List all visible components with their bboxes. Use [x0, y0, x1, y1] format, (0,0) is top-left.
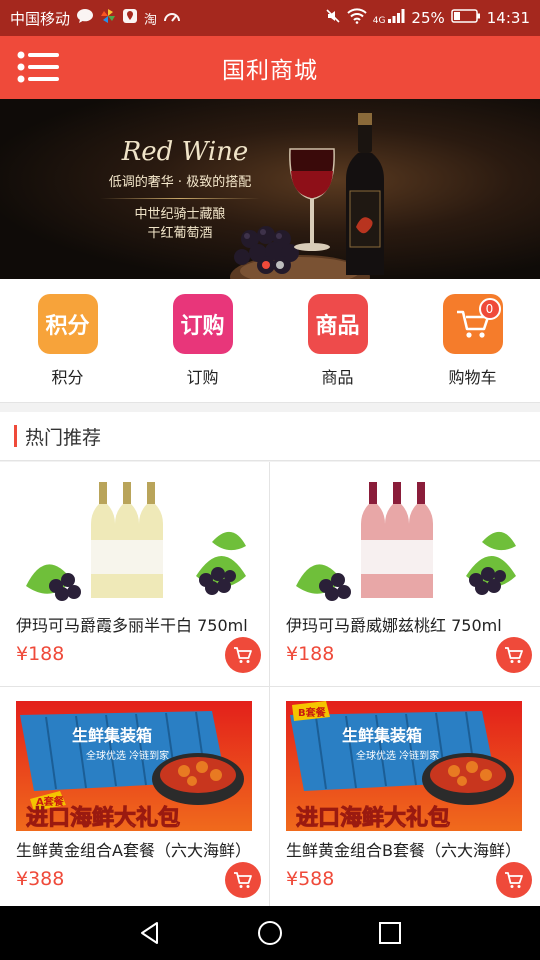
- white-wine-image: [16, 476, 252, 606]
- product-name: 伊玛可马爵霞多丽半干白 750ml: [16, 616, 248, 635]
- quick-nav-points[interactable]: 积分 积分: [0, 279, 135, 402]
- add-to-cart-button[interactable]: [225, 862, 261, 898]
- battery-percent: 25%: [411, 9, 445, 27]
- cart-count-badge: 0: [478, 298, 501, 320]
- cart-icon: [234, 872, 252, 888]
- status-bar: 中国移动 淘 4G 25% 14:31: [0, 0, 540, 36]
- quick-nav-label: 商品: [321, 368, 354, 387]
- cart-icon: [234, 647, 252, 663]
- carousel-dot-1[interactable]: [262, 261, 270, 269]
- goods-icon: 商品: [307, 294, 368, 354]
- home-button[interactable]: [250, 913, 290, 953]
- menu-icon: [17, 51, 59, 83]
- product-card[interactable]: 伊玛可马爵威娜兹桃红 750ml ¥188: [270, 462, 540, 686]
- quick-nav-cart[interactable]: 0 购物车: [405, 279, 540, 402]
- add-to-cart-button[interactable]: [496, 637, 532, 673]
- system-nav-bar: [0, 906, 540, 960]
- package-tag: B套餐: [298, 706, 327, 719]
- page-title: 国利商城: [222, 57, 318, 84]
- app-header: 国利商城: [0, 36, 540, 99]
- carrier-label: 中国移动: [10, 9, 71, 28]
- product-price: ¥188: [286, 643, 335, 665]
- add-to-cart-button[interactable]: [496, 862, 532, 898]
- product-card[interactable]: 伊玛可马爵霞多丽半干白 750ml ¥188: [0, 462, 269, 686]
- section-title: 热门推荐: [25, 426, 102, 449]
- home-circle-icon: [258, 921, 282, 945]
- product-name: 生鲜黄金组合B套餐（六大海鲜）: [286, 841, 521, 860]
- pinwheel-icon: [100, 8, 116, 28]
- product-name: 伊玛可马爵威娜兹桃红 750ml: [286, 616, 502, 635]
- map-pin-icon: [122, 8, 138, 28]
- network-type: 4G: [372, 16, 386, 26]
- quick-nav-goods[interactable]: 商品 商品: [270, 279, 405, 402]
- chat-icon: [76, 8, 94, 28]
- order-icon: 订购: [172, 294, 233, 354]
- back-button[interactable]: [130, 913, 170, 953]
- cart-icon: 0: [442, 294, 503, 354]
- battery-icon: [451, 8, 481, 28]
- product-name: 生鲜黄金组合A套餐（六大海鲜）: [16, 841, 251, 860]
- wine-illustration: [230, 113, 384, 279]
- menu-button[interactable]: [16, 50, 62, 84]
- clock: 14:31: [486, 9, 530, 27]
- taobao-icon: 淘: [144, 12, 158, 28]
- quick-nav: 积分 积分 订购 订购 商品 商品 0 购物车: [0, 279, 540, 403]
- product-price: ¥588: [286, 868, 335, 890]
- banner-carousel[interactable]: Red Wine 低调的奢华 · 极致的搭配 中世纪骑士藏酿 干红葡萄酒: [0, 99, 540, 279]
- seafood-a-image: 生鲜集装箱 全球优选 冷链到家 A套餐 进口海鲜大礼包: [16, 701, 252, 831]
- product-price: ¥388: [16, 868, 65, 890]
- product-price: ¥188: [16, 643, 65, 665]
- add-to-cart-button[interactable]: [225, 637, 261, 673]
- product-card[interactable]: 生鲜集装箱 全球优选 冷链到家 A套餐 进口海鲜大礼包 生鲜黄金组合A套餐（六大…: [0, 687, 269, 911]
- product-card[interactable]: B套餐 生鲜集装箱 全球优选 冷链到家 进口海鲜大礼包 生鲜黄金组合B套餐（六大…: [270, 687, 540, 911]
- carousel-dot-2[interactable]: [276, 261, 284, 269]
- container-label: 生鲜集装箱: [342, 726, 422, 745]
- rose-wine-image: [286, 476, 522, 606]
- quick-nav-label: 积分: [51, 368, 84, 387]
- section-accent-bar: [14, 425, 17, 447]
- quick-nav-order[interactable]: 订购 订购: [135, 279, 270, 402]
- seafood-b-image: B套餐 生鲜集装箱 全球优选 冷链到家 进口海鲜大礼包: [286, 701, 522, 831]
- product-grid: 伊玛可马爵霞多丽半干白 750ml ¥188 伊玛可马爵威娜兹桃红 750ml …: [0, 462, 540, 911]
- promo-title: 进口海鲜大礼包: [296, 805, 450, 831]
- quick-nav-label: 购物车: [448, 368, 497, 387]
- container-sub: 全球优选 冷链到家: [356, 749, 439, 762]
- recents-button[interactable]: [370, 913, 410, 953]
- cart-icon: [505, 647, 523, 663]
- mute-icon: [325, 8, 341, 28]
- speed-icon: [163, 8, 181, 28]
- quick-nav-label: 订购: [186, 368, 219, 387]
- recents-square-icon: [379, 922, 401, 944]
- container-sub: 全球优选 冷链到家: [86, 749, 169, 762]
- signal-icon: [387, 8, 405, 28]
- section-header: 热门推荐: [0, 412, 540, 461]
- back-triangle-icon: [141, 922, 158, 944]
- wifi-icon: [347, 8, 367, 28]
- promo-title: 进口海鲜大礼包: [26, 805, 180, 831]
- points-icon: 积分: [37, 294, 98, 354]
- cart-icon: [505, 872, 523, 888]
- container-label: 生鲜集装箱: [72, 726, 152, 745]
